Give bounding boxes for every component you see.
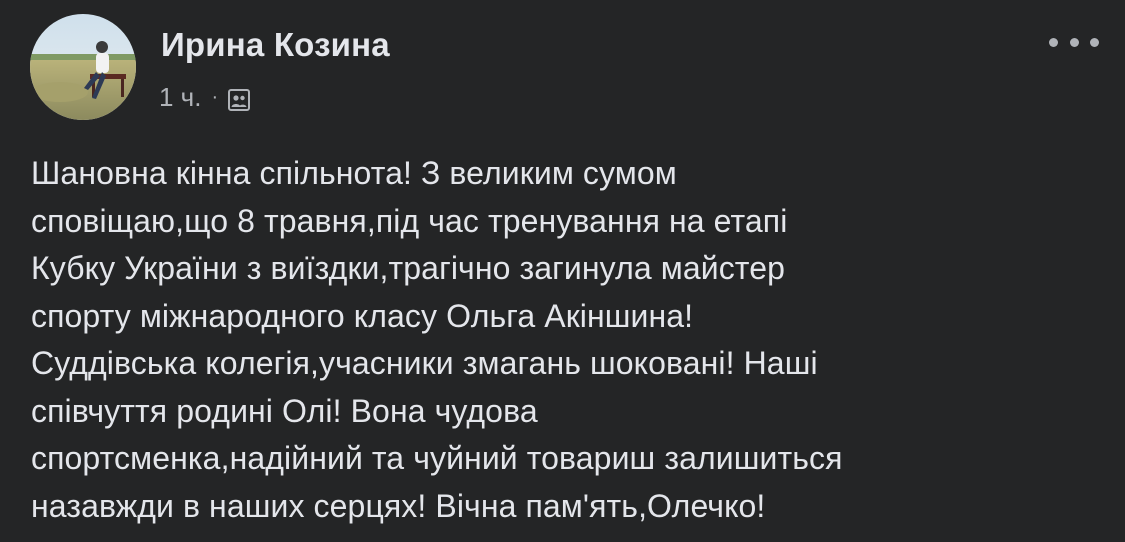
more-horizontal-icon-dot	[1049, 37, 1058, 47]
post-text-line: спорту міжнародного класу Ольга Акіншина…	[31, 297, 694, 334]
post-meta: 1 ч. ·	[159, 82, 251, 113]
post-text-line: спортсменка,надійний та чуйний товариш з…	[31, 440, 843, 476]
post-text-line: Шановна кінна спільнота! З великим сумом	[31, 155, 677, 191]
post-text-line: сповіщаю,що 8 травня,під час тренування …	[31, 202, 788, 239]
avatar-image	[30, 14, 136, 120]
post-card: Ирина Козина 1 ч. · Шановна кінна спільн…	[0, 0, 1125, 542]
post-text-line: Суддівська колегія,учасники змагань шоко…	[31, 345, 818, 381]
more-horizontal-icon-dot	[1090, 37, 1099, 47]
meta-separator: ·	[211, 85, 219, 108]
post-text-line: назавжди в наших серцях! Вічна пам'ять,О…	[31, 487, 766, 524]
post-text: Шановна кінна спільнота! З великим сумом…	[31, 150, 1101, 530]
post-text-line: співчуття родині Олі! Вона чудова	[31, 392, 538, 429]
friends-icon[interactable]	[228, 87, 251, 111]
more-horizontal-icon-dot	[1069, 37, 1079, 47]
more-options-button[interactable]	[1049, 30, 1099, 54]
author-avatar[interactable]	[30, 14, 136, 120]
post-timestamp[interactable]: 1 ч.	[159, 82, 201, 113]
post-text-line: Кубку України з виїздки,трагічно загинул…	[31, 250, 785, 286]
author-name[interactable]: Ирина Козина	[161, 26, 390, 64]
